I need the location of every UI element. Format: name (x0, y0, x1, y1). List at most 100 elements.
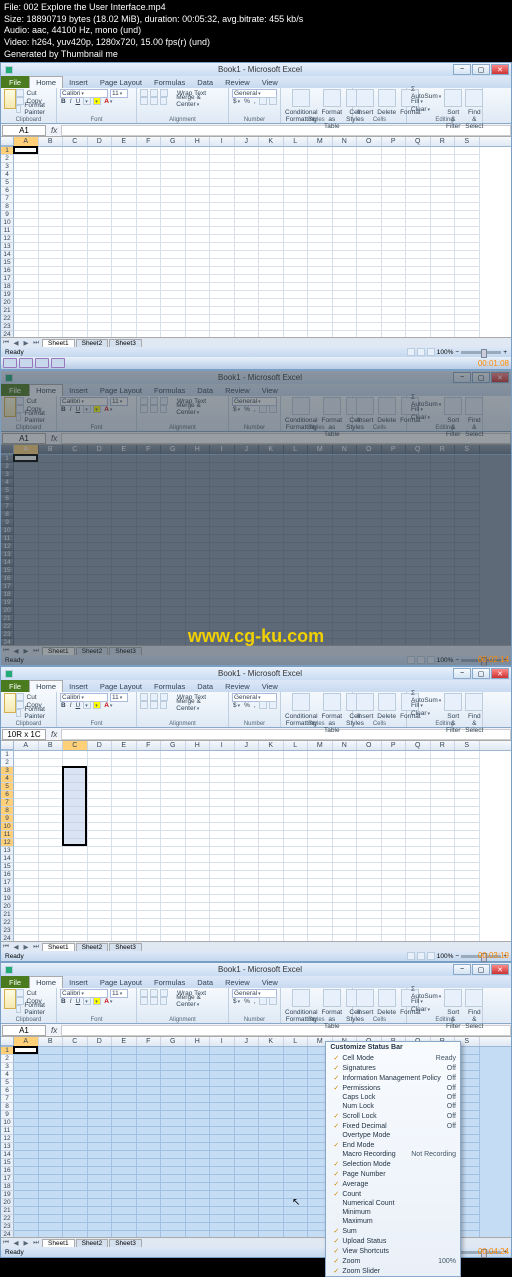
cell[interactable] (14, 807, 39, 815)
cell[interactable] (455, 203, 480, 211)
cell[interactable] (88, 1215, 113, 1223)
cell[interactable] (284, 275, 309, 283)
cell[interactable] (88, 487, 113, 495)
cell[interactable] (112, 463, 137, 471)
cell[interactable] (39, 535, 64, 543)
cell[interactable] (14, 927, 39, 935)
cell[interactable] (382, 495, 407, 503)
col-header-B[interactable]: B (39, 137, 64, 146)
cell[interactable] (161, 823, 186, 831)
maximize-button[interactable]: ▢ (472, 64, 490, 75)
cell[interactable] (112, 195, 137, 203)
cell[interactable] (112, 775, 137, 783)
cell[interactable] (39, 503, 64, 511)
cell[interactable] (14, 267, 39, 275)
find-select-button[interactable] (465, 693, 483, 711)
cell[interactable] (186, 1127, 211, 1135)
cell[interactable] (14, 599, 39, 607)
cell[interactable] (406, 799, 431, 807)
cell[interactable] (235, 1079, 260, 1087)
cell[interactable] (382, 855, 407, 863)
cell[interactable] (112, 903, 137, 911)
cell[interactable] (88, 1231, 113, 1237)
cell[interactable] (112, 323, 137, 331)
cell[interactable] (14, 1167, 39, 1175)
cell[interactable] (406, 631, 431, 639)
cell[interactable] (284, 299, 309, 307)
cell[interactable] (88, 495, 113, 503)
cell[interactable] (112, 759, 137, 767)
cell[interactable] (333, 487, 358, 495)
cell[interactable] (186, 775, 211, 783)
cell[interactable] (382, 331, 407, 337)
cell[interactable] (406, 783, 431, 791)
format-as-table-button[interactable] (323, 397, 341, 415)
cell[interactable] (308, 591, 333, 599)
cell[interactable] (235, 463, 260, 471)
cell[interactable] (235, 259, 260, 267)
cell[interactable] (455, 807, 480, 815)
cell[interactable] (63, 575, 88, 583)
cell[interactable] (39, 1183, 64, 1191)
cell[interactable] (259, 455, 284, 463)
tab-insert[interactable]: Insert (63, 977, 94, 988)
cell[interactable] (259, 1127, 284, 1135)
row-header-23[interactable]: 23 (1, 323, 14, 331)
cell[interactable] (431, 599, 456, 607)
tab-pagelayout[interactable]: Page Layout (94, 385, 148, 396)
col-header-S[interactable]: S (455, 741, 480, 750)
col-header-A[interactable]: A (14, 137, 39, 146)
cell[interactable] (137, 495, 162, 503)
cell[interactable] (88, 1087, 113, 1095)
clear-button[interactable]: Clear (410, 414, 431, 421)
cell[interactable] (186, 307, 211, 315)
cell[interactable] (382, 227, 407, 235)
row-header-4[interactable]: 4 (1, 479, 14, 487)
cell[interactable] (137, 887, 162, 895)
cell[interactable] (357, 291, 382, 299)
cell[interactable] (333, 495, 358, 503)
cell[interactable] (284, 751, 309, 759)
cell[interactable] (357, 591, 382, 599)
cell[interactable] (284, 1047, 309, 1055)
fx-label[interactable]: fx (47, 434, 61, 443)
cell[interactable] (235, 559, 260, 567)
cell[interactable] (357, 863, 382, 871)
italic-button[interactable]: I (69, 998, 73, 1005)
cell[interactable] (210, 1167, 235, 1175)
cell[interactable] (137, 1215, 162, 1223)
ctx-item[interactable]: ✓ Permissions Off (326, 1083, 460, 1093)
cell[interactable] (210, 807, 235, 815)
cell[interactable] (210, 831, 235, 839)
cell[interactable] (14, 163, 39, 171)
cell[interactable] (186, 267, 211, 275)
cell[interactable] (235, 203, 260, 211)
cell[interactable] (235, 815, 260, 823)
cell[interactable] (112, 1199, 137, 1207)
ctx-item[interactable]: ✓ Upload Status (326, 1236, 460, 1246)
minimize-button[interactable]: − (453, 964, 471, 975)
cell[interactable] (39, 903, 64, 911)
cell[interactable] (161, 463, 186, 471)
cell[interactable] (284, 455, 309, 463)
cell[interactable] (357, 211, 382, 219)
align-mid-icon[interactable] (150, 89, 158, 97)
cell[interactable] (63, 551, 88, 559)
row-header-6[interactable]: 6 (1, 791, 14, 799)
cell[interactable] (431, 147, 456, 155)
cell[interactable] (112, 927, 137, 935)
cell[interactable] (137, 235, 162, 243)
cell[interactable] (88, 775, 113, 783)
cell[interactable] (39, 767, 64, 775)
cell[interactable] (382, 171, 407, 179)
border-button[interactable] (83, 997, 91, 1005)
cell[interactable] (210, 559, 235, 567)
cell[interactable] (161, 331, 186, 337)
percent-button[interactable]: % (243, 998, 251, 1005)
cell[interactable] (161, 559, 186, 567)
cell[interactable] (88, 1103, 113, 1111)
row-header-23[interactable]: 23 (1, 1223, 14, 1231)
cell[interactable] (14, 479, 39, 487)
ctx-item[interactable]: Caps Lock Off (326, 1093, 460, 1102)
cell[interactable] (259, 495, 284, 503)
